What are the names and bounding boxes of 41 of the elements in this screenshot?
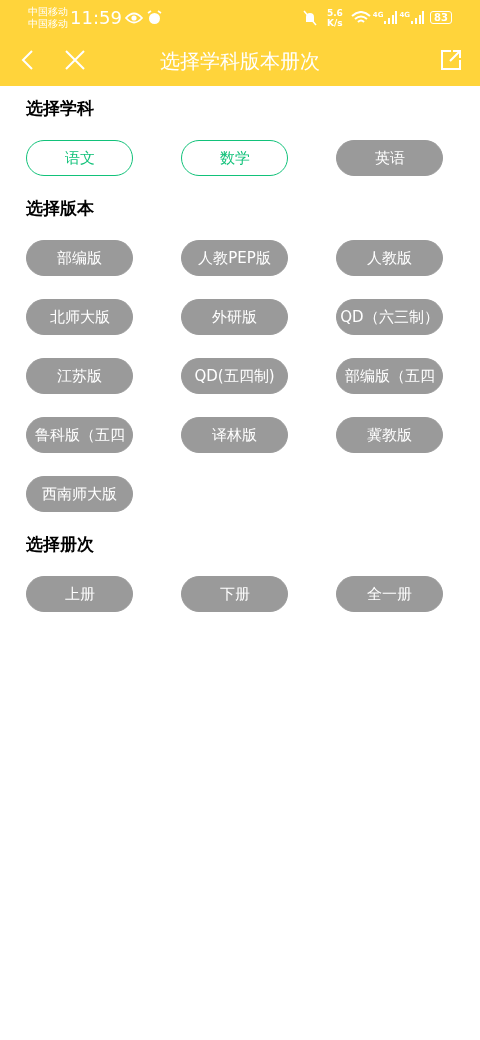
option-chip[interactable]: 北师大版 bbox=[26, 299, 133, 335]
option-chip[interactable]: 江苏版 bbox=[26, 358, 133, 394]
speed-unit: K/s bbox=[327, 17, 343, 28]
carrier-name: 中国移动 bbox=[28, 17, 68, 30]
time: 11:59 bbox=[70, 6, 122, 30]
option-chip[interactable]: 人教PEP版 bbox=[181, 240, 288, 276]
share-icon bbox=[440, 49, 462, 71]
option-chip[interactable]: 数学 bbox=[181, 140, 288, 176]
option-chip[interactable]: 部编版 bbox=[26, 240, 133, 276]
section-heading: 选择学科 bbox=[26, 97, 95, 120]
option-chip[interactable]: QD(五四制) bbox=[181, 358, 288, 394]
close-button[interactable] bbox=[64, 49, 86, 71]
eye-icon bbox=[124, 11, 143, 24]
option-chip[interactable]: 外研版 bbox=[181, 299, 288, 335]
option-chip[interactable]: QD（六三制） bbox=[336, 299, 443, 335]
page-title: 选择学科版本册次 bbox=[160, 47, 320, 75]
section-heading: 选择册次 bbox=[26, 533, 95, 556]
option-chip[interactable]: 英语 bbox=[336, 140, 443, 176]
option-chip[interactable]: 语文 bbox=[26, 140, 133, 176]
back-icon bbox=[20, 49, 36, 71]
option-chip[interactable]: 全一册 bbox=[336, 576, 443, 612]
wifi-icon bbox=[350, 10, 371, 25]
section-heading: 选择版本 bbox=[26, 197, 95, 220]
muted-bell-icon bbox=[302, 9, 317, 26]
option-chip[interactable]: 译林版 bbox=[181, 417, 288, 453]
battery-indicator: 83 bbox=[430, 11, 452, 24]
close-icon bbox=[64, 49, 86, 71]
option-chip[interactable]: 上册 bbox=[26, 576, 133, 612]
network-speed: 5.6 bbox=[326, 7, 343, 18]
option-chip[interactable]: 部编版（五四 bbox=[336, 358, 443, 394]
option-chip[interactable]: 鲁科版（五四 bbox=[26, 417, 133, 453]
option-chip[interactable]: 人教版 bbox=[336, 240, 443, 276]
signal-icon bbox=[410, 11, 425, 24]
option-chip[interactable]: 冀教版 bbox=[336, 417, 443, 453]
share-button[interactable] bbox=[440, 49, 462, 71]
carrier-name: 中国移动 bbox=[28, 5, 68, 18]
option-chip[interactable]: 下册 bbox=[181, 576, 288, 612]
back-button[interactable] bbox=[20, 49, 36, 71]
alarm-icon bbox=[146, 10, 162, 25]
option-chip[interactable]: 西南师大版 bbox=[26, 476, 133, 512]
signal-icon bbox=[383, 11, 398, 24]
